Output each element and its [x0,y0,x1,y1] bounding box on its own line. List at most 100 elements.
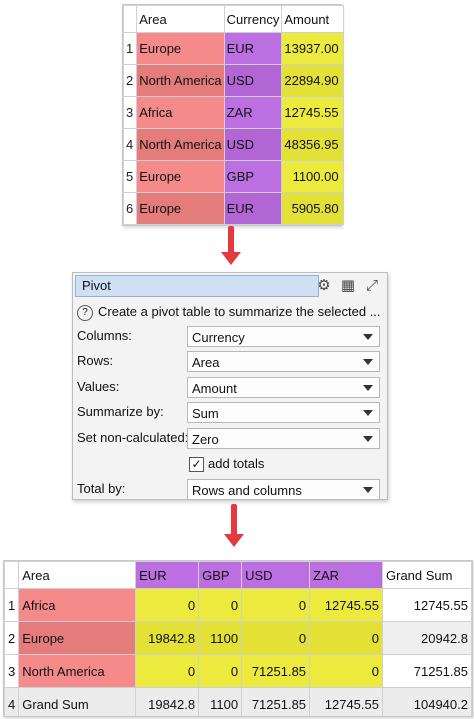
area-cell[interactable]: Europe [136,32,225,65]
row-index: 2 [4,621,20,655]
area-cell[interactable]: Africa [136,96,225,129]
table-icon[interactable]: ▦ [338,276,358,296]
value-cell[interactable]: 0 [198,654,243,688]
expand-icon[interactable]: ⤢ [362,276,382,296]
description-text: Create a pivot table to summarize the se… [98,304,381,319]
currency-cell[interactable]: EUR [223,32,283,65]
value-cell[interactable]: 0 [309,654,383,688]
currency-cell[interactable]: USD [223,128,283,161]
chevron-down-icon [363,359,373,365]
values-select[interactable]: Amount [187,377,380,398]
currency-cell[interactable]: ZAR [223,96,283,129]
chevron-down-icon [363,487,373,493]
grand-sum-cell[interactable]: 71251.85 [382,654,472,688]
result-header-row: Area EUR GBP USD ZAR Grand Sum [4,561,472,589]
chevron-down-icon [363,385,373,391]
amount-cell[interactable]: 12745.55 [281,96,344,129]
header-area[interactable]: Area [136,5,225,33]
area-cell[interactable]: Africa [18,588,137,622]
non-calculated-label: Set non-calculated: [77,430,189,445]
gear-icon[interactable]: ⚙ [314,276,334,296]
grand-sum-cell[interactable]: 12745.55 [382,588,472,622]
area-cell[interactable]: North America [18,654,137,688]
rows-value: Area [192,355,220,370]
row-index: 2 [122,64,138,97]
row-index: 1 [122,32,138,65]
header-gbp[interactable]: GBP [198,561,243,589]
header-amount[interactable]: Amount [281,5,344,33]
non-calculated-select[interactable]: Zero [187,428,380,449]
row-index: 4 [122,128,138,161]
area-cell[interactable]: Europe [18,621,137,655]
amount-cell[interactable]: 13937.00 [281,32,344,65]
columns-value: Currency [192,330,245,345]
table-row: 1 Africa 0 0 0 12745.55 12745.55 [4,588,472,622]
amount-cell[interactable]: 22894.90 [281,64,344,97]
table-row: 1 Europe EUR 13937.00 [122,32,344,65]
value-cell[interactable]: 0 [241,588,311,622]
amount-cell[interactable]: 48356.95 [281,128,344,161]
row-index: 4 [4,687,20,716]
row-index: 5 [122,160,138,193]
columns-select[interactable]: Currency [187,326,380,347]
currency-cell[interactable]: USD [223,64,283,97]
header-zar[interactable]: ZAR [309,561,383,589]
value-cell[interactable]: 71251.85 [241,654,311,688]
add-totals-label: add totals [208,456,265,471]
value-cell[interactable]: 0 [135,654,200,688]
row-index: 3 [122,96,138,129]
rows-label: Rows: [77,353,114,368]
header-currency[interactable]: Currency [223,5,283,33]
source-table: Area Currency Amount 1 Europe EUR 13937.… [122,4,344,226]
values-value: Amount [192,381,237,396]
value-cell[interactable]: 0 [198,588,243,622]
currency-cell[interactable]: EUR [223,192,283,225]
currency-cell[interactable]: GBP [223,160,283,193]
non-calculated-value: Zero [192,432,219,447]
amount-cell[interactable]: 5905.80 [281,192,344,225]
grand-sum-label[interactable]: Grand Sum [18,687,137,716]
grand-sum-cell[interactable]: 20942.8 [382,621,472,655]
row-index: 1 [4,588,20,622]
value-cell[interactable]: 1100 [198,621,243,655]
total-cell[interactable]: 104940.2 [382,687,472,716]
help-icon[interactable]: ? [77,304,93,321]
pivot-result-table: Area EUR GBP USD ZAR Grand Sum 1 Africa … [3,560,473,717]
value-cell[interactable]: 19842.8 [135,621,200,655]
header-eur[interactable]: EUR [135,561,200,589]
total-cell[interactable]: 12745.55 [309,687,383,716]
total-cell[interactable]: 1100 [198,687,243,716]
table-row: 6 Europe EUR 5905.80 [122,192,344,225]
source-corner [122,5,138,33]
row-index: 6 [122,192,138,225]
total-cell[interactable]: 71251.85 [241,687,311,716]
total-by-select[interactable]: Rows and columns [187,479,380,500]
value-cell[interactable]: 0 [309,621,383,655]
pivot-panel: Pivot ⚙ ▦ ⤢ ? Create a pivot table to sum… [72,272,388,500]
total-cell[interactable]: 19842.8 [135,687,200,716]
rows-select[interactable]: Area [187,351,380,372]
value-cell[interactable]: 0 [135,588,200,622]
add-totals-checkbox[interactable]: ✓ [189,457,204,472]
value-cell[interactable]: 12745.55 [309,588,383,622]
value-cell[interactable]: 0 [241,621,311,655]
grand-total-row: 4 Grand Sum 19842.8 1100 71251.85 12745.… [4,687,472,716]
values-label: Values: [77,379,120,394]
table-row: 4 North America USD 48356.95 [122,128,344,161]
header-grand-sum[interactable]: Grand Sum [382,561,472,589]
amount-cell[interactable]: 1100.00 [281,160,344,193]
summarize-select[interactable]: Sum [187,402,380,423]
table-row: 3 North America 0 0 71251.85 0 71251.85 [4,654,472,688]
summarize-value: Sum [192,406,219,421]
area-cell[interactable]: North America [136,128,225,161]
header-usd[interactable]: USD [241,561,311,589]
table-row: 2 North America USD 22894.90 [122,64,344,97]
area-cell[interactable]: Europe [136,160,225,193]
down-arrow-icon [221,226,241,266]
area-cell[interactable]: North America [136,64,225,97]
header-area[interactable]: Area [18,561,137,589]
area-cell[interactable]: Europe [136,192,225,225]
pivot-title[interactable]: Pivot [75,275,319,297]
table-row: 3 Africa ZAR 12745.55 [122,96,344,129]
down-arrow-icon [224,504,244,550]
